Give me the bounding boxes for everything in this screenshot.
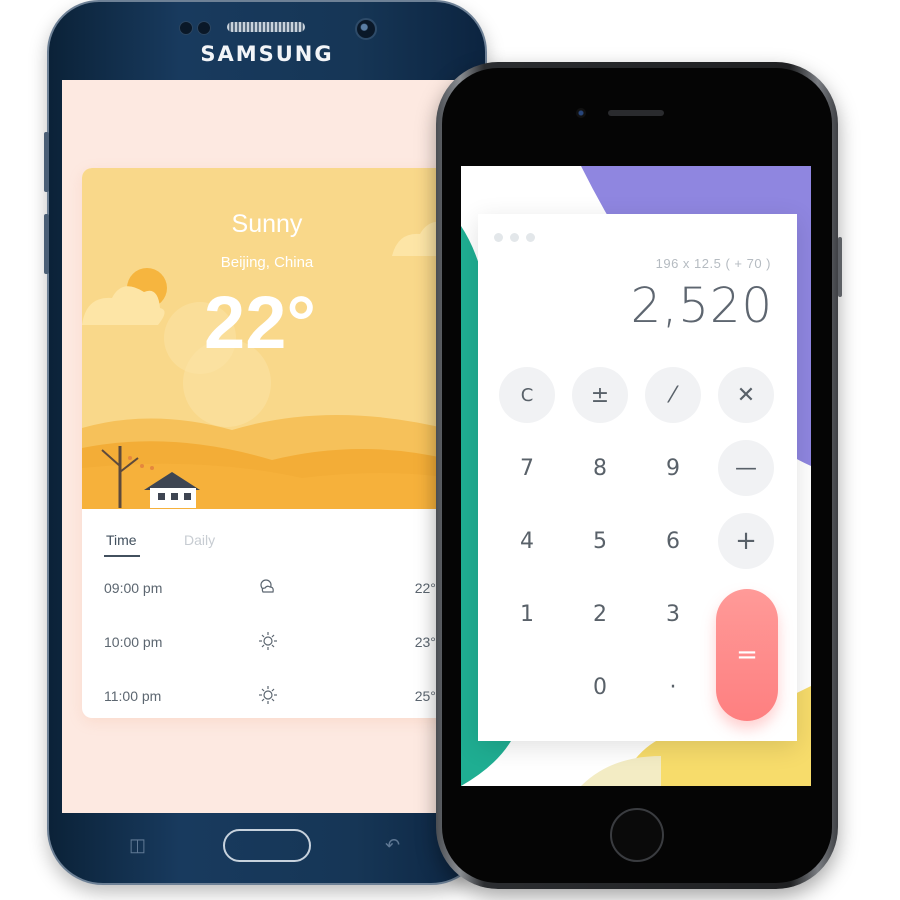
iphone: 196 x 12.5 ( + 70 ) 2,520 C ± ⁄ ✕ 7 8 9 … [436, 62, 842, 889]
back-icon[interactable]: ↶ [385, 835, 400, 856]
forecast-time: 10:00 pm [104, 634, 163, 650]
weather-condition: Sunny [231, 210, 303, 238]
brand-logo: SAMSUNG [200, 42, 334, 66]
multiply-button[interactable]: ✕ [718, 367, 774, 423]
weather-location: Beijing, China [220, 254, 314, 271]
decimal-button[interactable]: · [645, 659, 701, 715]
samsung-phone: SAMSUNG Sunny Beijing, China 22° Time Da… [44, 0, 487, 885]
volume-button [44, 214, 49, 274]
key-2[interactable]: 2 [572, 586, 628, 642]
forecast-row: 11:00 pm 25°C [82, 686, 452, 718]
plus-button[interactable]: + [718, 513, 774, 569]
home-button[interactable] [610, 808, 664, 862]
weather-card: Sunny Beijing, China 22° Time Daily 09:0… [82, 168, 452, 718]
cloud-icon [260, 579, 274, 593]
window-dots [494, 229, 542, 247]
key-9[interactable]: 9 [645, 440, 701, 496]
iphone-screen: 196 x 12.5 ( + 70 ) 2,520 C ± ⁄ ✕ 7 8 9 … [461, 166, 811, 786]
volume-button [44, 132, 49, 192]
forecast-time: 11:00 pm [104, 688, 162, 704]
front-camera [355, 18, 377, 40]
sensor [179, 21, 193, 35]
key-5[interactable]: 5 [572, 513, 628, 569]
front-camera [576, 108, 586, 118]
key-1[interactable]: 1 [499, 586, 555, 642]
key-7[interactable]: 7 [499, 440, 555, 496]
equals-button[interactable]: = [716, 589, 778, 721]
sun-icon [259, 686, 277, 704]
samsung-screen: Sunny Beijing, China 22° Time Daily 09:0… [62, 80, 476, 813]
current-temperature: 22° [204, 281, 316, 364]
key-4[interactable]: 4 [499, 513, 555, 569]
key-0[interactable]: 0 [572, 659, 628, 715]
weather-illustration: Sunny Beijing, China 22° [82, 168, 452, 509]
forecast-time: 09:00 pm [104, 580, 163, 596]
clear-button[interactable]: C [499, 367, 555, 423]
forecast-row: 10:00 pm 23°C [82, 632, 452, 674]
tab-daily[interactable]: Daily [184, 532, 215, 548]
home-button[interactable] [223, 829, 311, 862]
key-8[interactable]: 8 [572, 440, 628, 496]
earpiece-speaker [608, 110, 664, 116]
minus-button[interactable]: — [718, 440, 774, 496]
tab-time[interactable]: Time [104, 532, 140, 557]
sensor [197, 21, 211, 35]
plus-minus-button[interactable]: ± [572, 367, 628, 423]
calc-expression: 196 x 12.5 ( + 70 ) [655, 256, 771, 271]
power-button [838, 237, 842, 297]
recent-apps-icon[interactable]: ◫ [129, 835, 146, 856]
divide-button[interactable]: ⁄ [645, 367, 701, 423]
calc-result: 2,520 [630, 278, 773, 334]
forecast-row: 09:00 pm 22°C [82, 579, 452, 620]
key-6[interactable]: 6 [645, 513, 701, 569]
calculator-panel: 196 x 12.5 ( + 70 ) 2,520 C ± ⁄ ✕ 7 8 9 … [478, 214, 797, 741]
key-3[interactable]: 3 [645, 586, 701, 642]
earpiece-speaker [227, 22, 305, 32]
sun-icon [259, 632, 277, 650]
